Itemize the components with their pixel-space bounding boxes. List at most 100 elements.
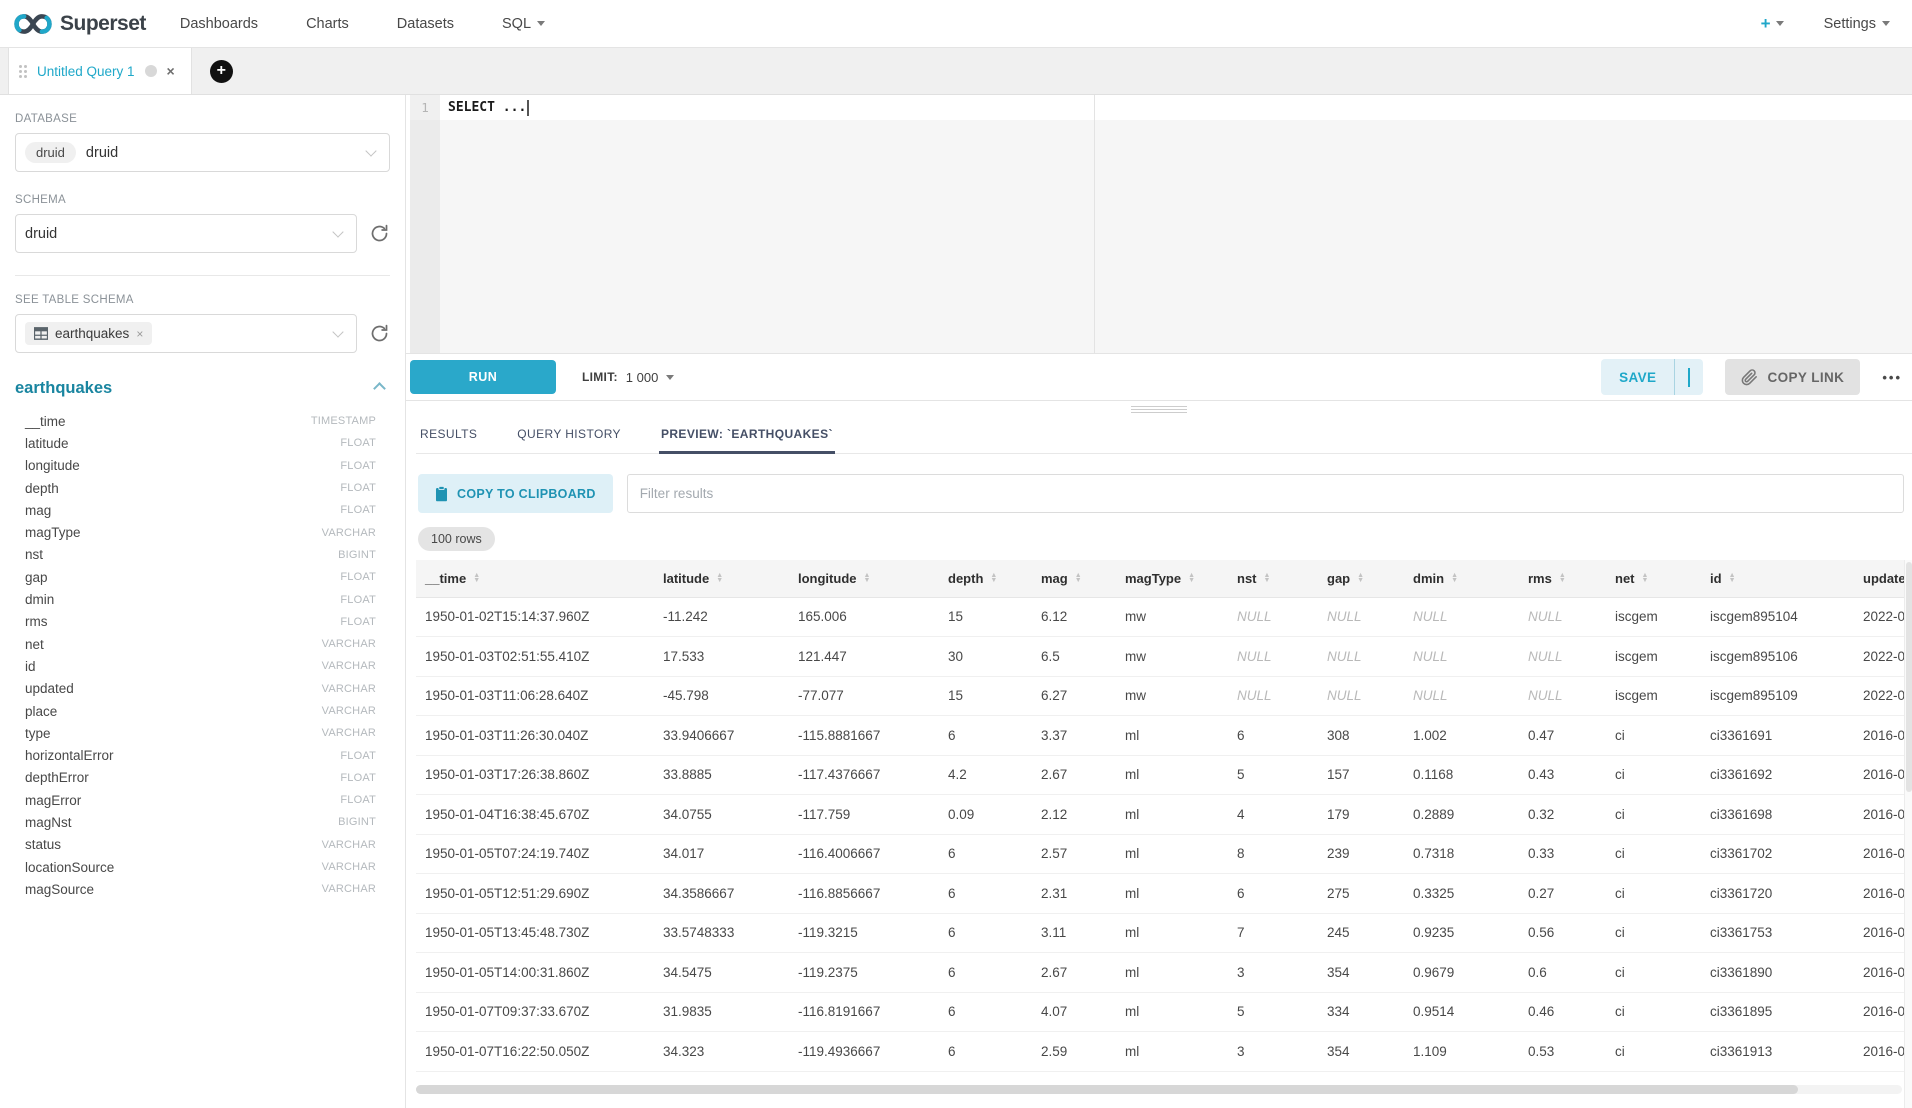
- sort-icon[interactable]: ▲▼: [1264, 573, 1271, 583]
- sort-icon[interactable]: ▲▼: [990, 573, 997, 583]
- column-header-id[interactable]: id▲▼: [1706, 560, 1859, 597]
- column-header-nst[interactable]: nst▲▼: [1233, 560, 1323, 597]
- query-tab-label[interactable]: Untitled Query 1: [37, 64, 135, 79]
- column-name: longitude: [25, 458, 80, 473]
- filter-results-input[interactable]: [627, 474, 1904, 513]
- results-grid: __time▲▼latitude▲▼longitude▲▼depth▲▼mag▲…: [416, 560, 1912, 1108]
- remove-table-icon[interactable]: ×: [136, 327, 143, 341]
- table-cell: 0.53: [1524, 1032, 1611, 1072]
- table-row: 1950-01-03T11:26:30.040Z33.9406667-115.8…: [416, 716, 1912, 756]
- column-header-magType[interactable]: magType▲▼: [1121, 560, 1233, 597]
- column-header-__time[interactable]: __time▲▼: [416, 560, 659, 597]
- nav-item-dashboards[interactable]: Dashboards: [180, 16, 258, 32]
- schema-column-row: locationSourceVARCHAR: [25, 856, 390, 878]
- grid-body: 1950-01-02T15:14:37.960Z-11.242165.00615…: [416, 597, 1912, 1071]
- nav-item-charts[interactable]: Charts: [306, 16, 349, 32]
- save-button[interactable]: SAVE: [1601, 370, 1674, 385]
- column-header-gap[interactable]: gap▲▼: [1323, 560, 1409, 597]
- sort-icon[interactable]: ▲▼: [1729, 573, 1736, 583]
- sort-icon[interactable]: ▲▼: [1642, 573, 1649, 583]
- refresh-tables-button[interactable]: [369, 323, 390, 344]
- sql-editor[interactable]: 1 SELECT ...: [410, 95, 1912, 353]
- table-cell: 0.32: [1524, 795, 1611, 835]
- new-item-button[interactable]: +: [1761, 14, 1784, 34]
- schema-column-row: latitudeFLOAT: [25, 432, 390, 454]
- table-cell: iscgem: [1611, 676, 1706, 716]
- database-select[interactable]: druid druid: [15, 133, 390, 172]
- schema-label: SCHEMA: [15, 194, 390, 206]
- settings-menu[interactable]: Settings: [1824, 16, 1890, 32]
- schema-column-row: gapFLOAT: [25, 566, 390, 588]
- sort-icon[interactable]: ▲▼: [1357, 573, 1364, 583]
- sort-icon[interactable]: ▲▼: [473, 573, 480, 583]
- query-tab-active[interactable]: Untitled Query 1 ×: [8, 48, 192, 94]
- column-type: VARCHAR: [322, 705, 376, 717]
- column-header-dmin[interactable]: dmin▲▼: [1409, 560, 1524, 597]
- close-tab-icon[interactable]: ×: [167, 63, 175, 79]
- sort-icon[interactable]: ▲▼: [864, 573, 871, 583]
- nav-item-datasets[interactable]: Datasets: [397, 16, 454, 32]
- vertical-scrollbar[interactable]: [1904, 560, 1912, 1108]
- nav-item-label: Datasets: [397, 16, 454, 32]
- column-header-label: latitude: [663, 571, 709, 586]
- column-header-label: depth: [948, 571, 983, 586]
- schema-column-row: magFLOAT: [25, 499, 390, 521]
- sort-icon[interactable]: ▲▼: [1451, 573, 1458, 583]
- sql-code-text: SELECT ...: [448, 95, 526, 120]
- table-select[interactable]: earthquakes ×: [15, 314, 357, 353]
- limit-dropdown[interactable]: LIMIT: 1 000: [582, 370, 674, 385]
- table-cell: ml: [1121, 834, 1233, 874]
- schema-column-row: depthFLOAT: [25, 477, 390, 499]
- query-state-dot: [145, 65, 157, 77]
- table-cell: 6.27: [1037, 676, 1121, 716]
- horizontal-scrollbar[interactable]: [416, 1085, 1902, 1094]
- copy-link-button[interactable]: COPY LINK: [1725, 359, 1860, 395]
- copy-to-clipboard-button[interactable]: COPY TO CLIPBOARD: [418, 474, 613, 513]
- column-header-inner: latitude ▲▼: [663, 571, 723, 586]
- chevron-down-icon: [1776, 21, 1784, 26]
- collapse-table-icon[interactable]: [373, 382, 386, 395]
- table-section-title[interactable]: earthquakes: [15, 379, 112, 398]
- nav-item-label: SQL: [502, 16, 531, 32]
- column-header-inner: __time▲▼: [425, 571, 480, 586]
- sqllab-left-sidebar: DATABASE druid druid SCHEMA druid SEE TA…: [0, 95, 406, 1108]
- table-cell: ci3361895: [1706, 992, 1859, 1032]
- sort-icon[interactable]: ▲▼: [1188, 573, 1195, 583]
- nav-item-sql[interactable]: SQL: [502, 16, 545, 32]
- table-cell: ci3361720: [1706, 874, 1859, 914]
- column-header-label: longitude: [798, 571, 857, 586]
- table-chip[interactable]: earthquakes ×: [25, 322, 152, 345]
- save-options-button[interactable]: [1675, 368, 1703, 386]
- column-name: locationSource: [25, 860, 114, 875]
- column-header-rms[interactable]: rms▲▼: [1524, 560, 1611, 597]
- sort-icon[interactable]: ▲▼: [716, 573, 723, 583]
- tab-results[interactable]: RESULTS: [418, 418, 479, 453]
- more-actions-button[interactable]: •••: [1882, 370, 1902, 385]
- column-header-depth[interactable]: depth ▲▼: [944, 560, 1037, 597]
- column-name: type: [25, 726, 51, 741]
- table-cell: NULL: [1323, 676, 1409, 716]
- tab-query-history[interactable]: QUERY HISTORY: [515, 418, 623, 453]
- query-tabbar: Untitled Query 1 × +: [0, 48, 1912, 95]
- run-button[interactable]: RUN: [410, 360, 556, 394]
- drag-handle-icon[interactable]: [19, 65, 27, 78]
- sort-icon[interactable]: ▲▼: [1559, 573, 1566, 583]
- column-header-mag[interactable]: mag▲▼: [1037, 560, 1121, 597]
- table-cell: 6: [1233, 716, 1323, 756]
- table-cell: 157: [1323, 755, 1409, 795]
- sort-icon[interactable]: ▲▼: [1075, 573, 1082, 583]
- column-type: FLOAT: [340, 750, 376, 762]
- table-cell: 0.27: [1524, 874, 1611, 914]
- pane-resize-handle[interactable]: [1131, 406, 1187, 415]
- superset-brand[interactable]: Superset: [14, 11, 146, 37]
- editor-code-area[interactable]: SELECT ...: [440, 95, 1912, 353]
- table-cell: -77.077: [794, 676, 944, 716]
- refresh-schemas-button[interactable]: [369, 223, 390, 244]
- schema-select[interactable]: druid: [15, 214, 357, 253]
- column-header-net[interactable]: net▲▼: [1611, 560, 1706, 597]
- column-header-longitude[interactable]: longitude ▲▼: [794, 560, 944, 597]
- column-header-latitude[interactable]: latitude ▲▼: [659, 560, 794, 597]
- add-tab-button[interactable]: +: [210, 60, 233, 83]
- table-cell: 0.3325: [1409, 874, 1524, 914]
- tab-preview-earthquakes[interactable]: PREVIEW: `EARTHQUAKES`: [659, 418, 835, 453]
